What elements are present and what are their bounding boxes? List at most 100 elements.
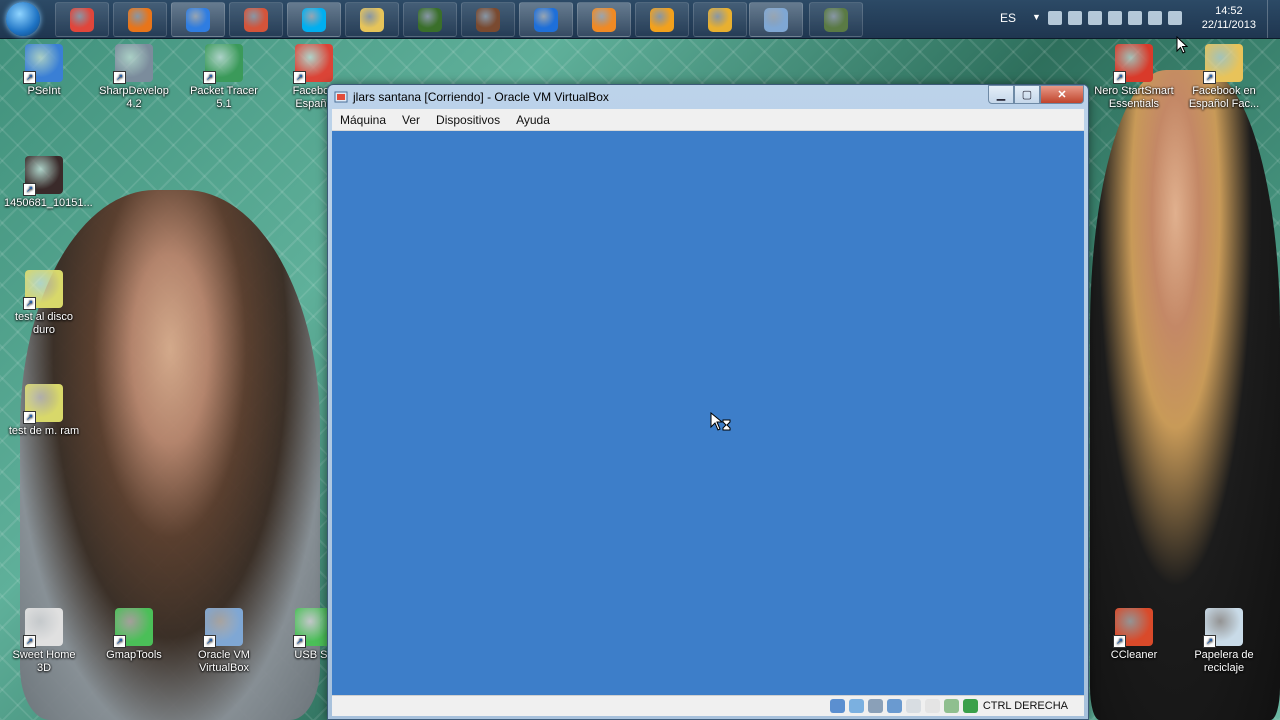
desktop-icon-label: PSeInt [27,85,61,97]
skype-icon [302,7,326,32]
shortcut-arrow-icon: ↗ [23,411,36,424]
minimize-button[interactable]: ▁ [988,85,1014,104]
media-player-icon [592,7,616,32]
shortcut-arrow-icon: ↗ [23,183,36,196]
desktop-icon-right-2[interactable]: ↗ CCleaner [1094,608,1174,662]
desktop-icon-label: SharpDevelop 4.2 [99,85,169,110]
desktop-icon-right-1[interactable]: ↗ Facebook en Español Fac... [1184,44,1264,111]
flag-icon[interactable] [1148,11,1162,25]
network-icon[interactable] [1108,11,1122,25]
desktop-icon-left-5[interactable]: ↗ test al disco duro [4,270,84,337]
taskbar-button-virtualbox[interactable] [749,2,803,37]
desktop-icon-label: Packet Tracer 5.1 [190,85,258,110]
desktop-icon-left-0[interactable]: ↗ PSeInt [4,44,84,98]
shortcut-arrow-icon: ↗ [113,71,126,84]
shortcut-arrow-icon: ↗ [293,71,306,84]
desktop-icon-left-8[interactable]: ↗ GmapTools [94,608,174,662]
menu-ayuda[interactable]: Ayuda [508,113,558,127]
shortcut-icon: ↗ [23,270,63,310]
virtualbox-title-icon [334,91,348,103]
taskbar-button-folder[interactable] [345,2,399,37]
network-adapter-icon[interactable] [887,699,902,713]
folder-icon [360,7,384,32]
optical-drive-icon[interactable] [849,699,864,713]
taskbar-button-media-player[interactable] [577,2,631,37]
desktop-icon-label: test al disco duro [14,311,74,336]
taskbar-button-camera-app[interactable] [809,2,863,37]
desktop-icon-left-6[interactable]: ↗ test de m. ram [4,384,84,438]
shortcut-icon: ↗ [203,608,243,648]
maximize-button[interactable]: ▢ [1014,85,1040,104]
taskbar-button-avatar-app[interactable] [461,2,515,37]
host-key-icon [963,699,978,713]
busy-cursor-icon [710,412,731,431]
show-desktop-button[interactable] [1267,0,1280,38]
launcher-icon [708,7,732,32]
signal-icon[interactable] [1068,11,1082,25]
menu-dispositivos[interactable]: Dispositivos [428,113,508,127]
taskbar-button-teamviewer[interactable] [519,2,573,37]
taskbar-button-chrome[interactable] [55,2,109,37]
shortcut-arrow-icon: ↗ [113,635,126,648]
clock-time: 14:52 [1215,5,1243,17]
shortcut-arrow-icon: ↗ [1203,71,1216,84]
menu-ver[interactable]: Ver [394,113,428,127]
taskbar-button-firefox[interactable] [113,2,167,37]
gamemaker-icon [244,7,268,32]
shortcut-arrow-icon: ↗ [1113,71,1126,84]
volume-icon[interactable] [1088,11,1102,25]
desktop-icon-right-3[interactable]: ↗ Papelera de reciclaje [1184,608,1264,675]
menu-bar: Máquina Ver Dispositivos Ayuda [332,109,1084,131]
tray-icons [1048,11,1182,25]
taskbar-button-app-green[interactable] [403,2,457,37]
camera-app-icon [824,7,848,32]
taskbar-button-skype[interactable] [287,2,341,37]
taskbar-button-messenger[interactable] [171,2,225,37]
vm-display[interactable] [332,131,1084,695]
desktop-icon-label: 1450681_10151... [4,197,93,209]
battery-icon[interactable] [1048,11,1062,25]
close-button[interactable]: ✕ [1040,85,1084,104]
wifi-icon[interactable] [1168,11,1182,25]
shortcut-icon: ↗ [113,608,153,648]
tray-expand-icon[interactable]: ▼ [1032,12,1041,22]
window-controls: ▁ ▢ ✕ [988,85,1084,104]
hard-disk-icon[interactable] [830,699,845,713]
desktop-icon-label: Papelera de reciclaje [1194,649,1254,674]
status-bar: CTRL DERECHA [332,695,1084,716]
start-button[interactable] [6,2,40,36]
shortcut-arrow-icon: ↗ [23,71,36,84]
desktop-icon-left-4[interactable]: ↗ 1450681_10151... [4,156,93,210]
messenger-icon [186,7,210,32]
clock[interactable]: 14:52 22/11/2013 [1202,4,1256,32]
capture-icon[interactable] [925,699,940,713]
avast-icon [650,7,674,32]
window-titlebar[interactable]: jlars santana [Corriendo] - Oracle VM Vi… [328,85,1088,109]
bluetooth-icon[interactable] [1128,11,1142,25]
desktop-icon-left-2[interactable]: ↗ Packet Tracer 5.1 [184,44,264,111]
shared-folder-icon[interactable] [906,699,921,713]
desktop-icon-right-0[interactable]: ↗ Nero StartSmart Essentials [1094,44,1174,111]
desktop-icon-left-9[interactable]: ↗ Oracle VM VirtualBox [184,608,264,675]
mouse-cursor-icon [1176,36,1188,54]
shortcut-icon: ↗ [1113,44,1153,84]
shortcut-icon: ↗ [293,44,333,84]
avatar-app-icon [476,7,500,32]
shortcut-icon: ↗ [113,44,153,84]
shortcut-icon: ↗ [23,384,63,424]
desktop-icon-left-7[interactable]: ↗ Sweet Home 3D [4,608,84,675]
taskbar-button-gamemaker[interactable] [229,2,283,37]
shortcut-icon: ↗ [1203,608,1243,648]
shortcut-icon: ↗ [203,44,243,84]
taskbar-button-launcher[interactable] [693,2,747,37]
app-green-icon [418,7,442,32]
usb-icon[interactable] [868,699,883,713]
language-indicator[interactable]: ES [1000,11,1016,25]
menu-maquina[interactable]: Máquina [332,113,394,127]
desktop-icon-label: CCleaner [1110,649,1158,661]
desktop-icon-left-1[interactable]: ↗ SharpDevelop 4.2 [94,44,174,111]
mouse-integration-icon[interactable] [944,699,959,713]
taskbar-button-avast[interactable] [635,2,689,37]
desktop-icon-label: Oracle VM VirtualBox [198,649,250,674]
shortcut-arrow-icon: ↗ [1113,635,1126,648]
